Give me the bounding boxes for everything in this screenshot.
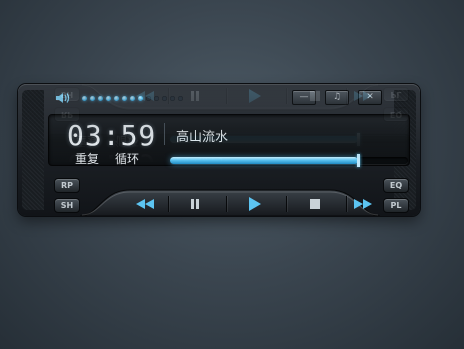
window-controls: — ♫ ✕ [292, 90, 382, 105]
volume-dot [106, 96, 111, 101]
repeat-mode-label[interactable]: 重复 [75, 150, 99, 167]
left-grille [22, 90, 44, 210]
track-title: 高山流水 [176, 130, 229, 145]
minimize-icon: — [299, 92, 309, 102]
progress-bar[interactable] [170, 154, 408, 167]
loop-mode-label[interactable]: 循环 [115, 150, 139, 167]
minimize-button[interactable]: — [292, 90, 316, 105]
close-button[interactable]: ✕ [358, 90, 382, 105]
volume-dot [154, 96, 159, 101]
time-display: 03:59 [67, 119, 157, 152]
music-button[interactable]: ♫ [325, 90, 349, 105]
progress-fill [170, 157, 358, 164]
stop-button[interactable] [290, 193, 340, 215]
volume-dot [138, 96, 143, 101]
display-screen: 03:59 高山流水 重复 循环 [48, 114, 410, 167]
rp-button[interactable]: RP [54, 178, 80, 193]
previous-button[interactable] [120, 193, 170, 215]
volume-dot [170, 96, 175, 101]
stop-icon [310, 199, 320, 209]
divider [168, 196, 169, 212]
volume-dot [122, 96, 127, 101]
play-icon [249, 197, 261, 211]
next-icon [354, 199, 372, 209]
volume-dot [146, 96, 151, 101]
volume-dot [130, 96, 135, 101]
music-note-icon: ♫ [332, 92, 342, 102]
volume-dot [82, 96, 87, 101]
play-button[interactable] [230, 193, 280, 215]
sh-button[interactable]: SH [54, 198, 80, 213]
volume-dot [162, 96, 167, 101]
volume-dot [178, 96, 183, 101]
previous-icon [136, 199, 154, 209]
transport-controls [102, 188, 398, 218]
next-button[interactable] [338, 193, 388, 215]
divider [226, 196, 227, 212]
music-player: — ♫ ✕ 03:59 高山流水 重复 循环 RP SH EQ PL [18, 84, 420, 216]
pause-button[interactable] [170, 193, 220, 215]
volume-slider[interactable] [82, 96, 183, 101]
volume-dot [114, 96, 119, 101]
top-bar: — ♫ ✕ [48, 88, 390, 110]
close-icon: ✕ [366, 92, 374, 102]
volume-icon[interactable] [55, 91, 71, 105]
volume-dot [98, 96, 103, 101]
pause-icon [191, 199, 199, 209]
divider [286, 196, 287, 212]
volume-dot [90, 96, 95, 101]
display-divider [164, 123, 165, 145]
progress-handle[interactable] [357, 154, 360, 167]
